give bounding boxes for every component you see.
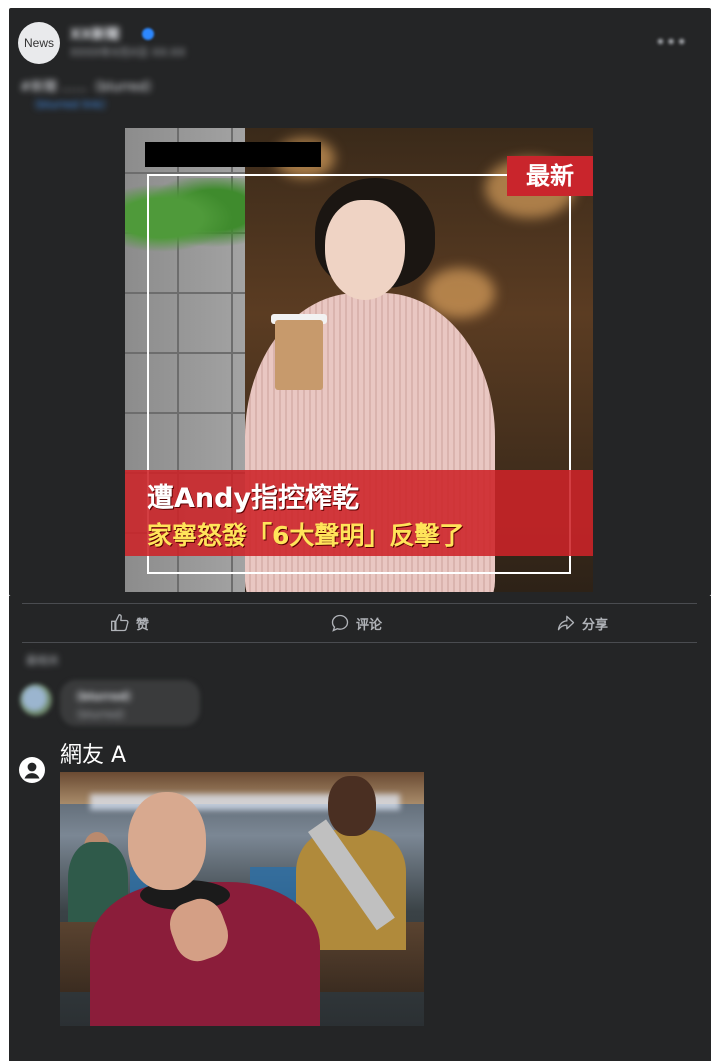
post-text: #新聞 ……（blurred） xyxy=(20,80,160,95)
post-link[interactable]: （blurred link） xyxy=(28,96,112,112)
thumbs-up-icon xyxy=(111,614,129,632)
share-icon xyxy=(557,615,575,631)
comment-label: 评论 xyxy=(356,617,383,633)
redaction-bar xyxy=(145,142,321,167)
headline-line-1: 遭Andy指控榨乾 xyxy=(147,483,360,514)
divider xyxy=(22,603,697,604)
captain-head xyxy=(128,792,206,890)
comment-icon xyxy=(331,614,349,632)
commenter-avatar[interactable] xyxy=(20,684,52,716)
commenter-name[interactable]: （blurred） xyxy=(70,688,138,704)
reply-username[interactable]: 網友 A xyxy=(60,737,126,769)
latest-tag: 最新 xyxy=(507,156,593,196)
verified-badge-icon xyxy=(142,28,154,40)
headline-line-2: 家寧怒發「6大聲明」反擊了 xyxy=(147,521,465,550)
more-dots-icon[interactable]: ••• xyxy=(655,32,687,53)
divider xyxy=(22,642,697,643)
user-circle-icon[interactable] xyxy=(19,757,45,783)
share-label: 分享 xyxy=(582,617,609,633)
comment-text: （blurred） xyxy=(70,708,132,721)
page-name[interactable]: XX新聞 xyxy=(70,24,120,44)
page-avatar[interactable]: News xyxy=(18,22,60,64)
post-image[interactable]: 最新 遭Andy指控榨乾 家寧怒發「6大聲明」反擊了 xyxy=(125,128,593,592)
comment-button[interactable]: 评论 xyxy=(330,612,382,634)
post-timestamp[interactable]: XXXX年X月X日 XX:XX xyxy=(70,44,186,60)
like-button[interactable]: 赞 xyxy=(110,612,149,634)
share-button[interactable]: 分享 xyxy=(556,612,608,634)
like-label: 赞 xyxy=(136,617,150,633)
officer-head xyxy=(328,776,376,836)
comment-sort-dropdown[interactable]: 最相关 xyxy=(26,652,59,668)
meme-image[interactable] xyxy=(60,772,424,1026)
